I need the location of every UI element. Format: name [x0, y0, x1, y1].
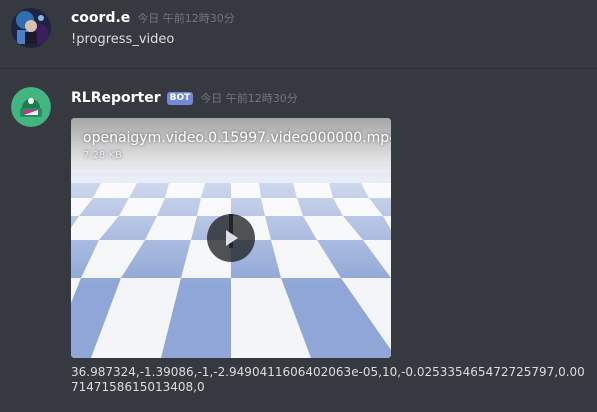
user-avatar[interactable]: [11, 8, 51, 48]
result-text: 36.987324,-1.39086,-1,-2.949041160640206…: [71, 365, 585, 394]
video-filename[interactable]: openaigym.video.0.15997.video000000.mp4: [83, 130, 391, 146]
message-header: RLReporter BOT 今日 午前12時30分: [71, 88, 298, 108]
message-rlreporter: RLReporter BOT 今日 午前12時30分 openaigym.vid…: [0, 70, 597, 412]
bot-avatar[interactable]: [11, 87, 51, 127]
video-filesize: 7.28 KB: [83, 150, 122, 161]
message-divider: [0, 68, 597, 69]
message-coord-e: coord.e 今日 午前12時30分 !progress_video: [0, 0, 597, 68]
message-content: !progress_video: [71, 32, 175, 47]
username[interactable]: coord.e: [71, 10, 130, 26]
video-attachment[interactable]: openaigym.video.0.15997.video000000.mp4 …: [71, 118, 391, 358]
play-icon: [226, 230, 238, 246]
play-button[interactable]: [207, 214, 255, 262]
chat-messages: coord.e 今日 午前12時30分 !progress_video RLRe…: [0, 0, 597, 412]
timestamp: 今日 午前12時30分: [200, 92, 298, 105]
username[interactable]: RLReporter: [71, 90, 161, 106]
timestamp: 今日 午前12時30分: [137, 12, 235, 25]
bot-badge: BOT: [166, 91, 194, 105]
message-header: coord.e 今日 午前12時30分: [71, 8, 235, 28]
